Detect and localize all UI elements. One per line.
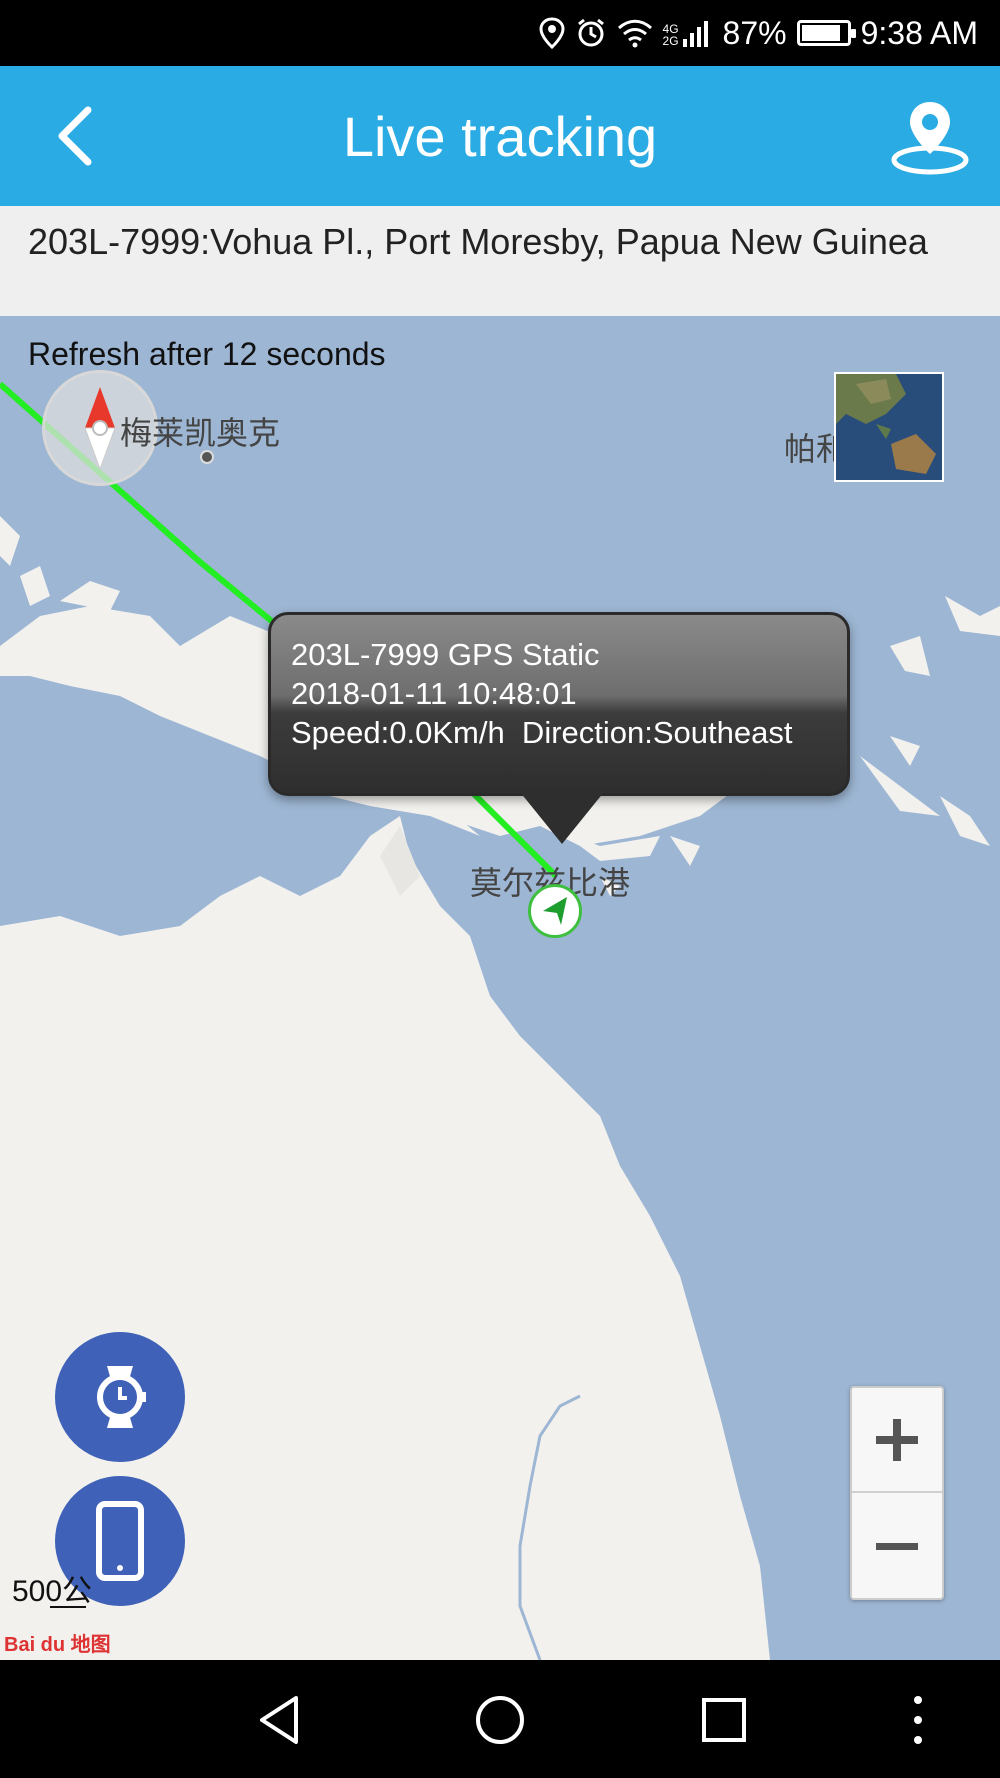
vehicle-marker-icon[interactable] [528,884,582,938]
satellite-thumbnail[interactable] [834,372,944,482]
popup-pointer [520,792,604,844]
smartwatch-icon [97,1366,146,1428]
zoom-in-button[interactable] [852,1388,942,1493]
battery-icon [796,20,856,46]
smartwatch-button[interactable] [55,1332,185,1462]
clock: 9:38 AM [860,14,978,51]
refresh-countdown: Refresh after 12 seconds [28,336,386,372]
zoom-controls [850,1386,944,1600]
app-bar: Live tracking [0,66,1000,206]
square-recents-icon[interactable] [694,1690,754,1750]
alarm-icon [577,18,604,47]
place-label-merauke: 梅莱凯奥克 [120,414,281,452]
wifi-icon [617,19,652,48]
vehicle-info-popup[interactable]: 203L-7999 GPS Static 2018-01-11 10:48:01… [268,612,850,796]
minus-icon [876,1542,918,1550]
status-icons: 4G 2G 87% 9:38 AM [539,0,978,66]
vehicle-address: 203L-7999:Vohua Pl., Port Moresby, Papua… [0,206,1000,316]
circle-home-icon[interactable] [470,1690,530,1750]
map-scale-bar [50,1606,86,1608]
battery-percent: 87% [722,14,787,51]
popup-vehicle-status: 203L-7999 GPS Static [291,637,600,672]
network-type-label: 4G 2G [662,22,679,48]
location-icon [539,17,565,49]
map-view[interactable]: Refresh after 12 seconds 梅莱凯奥克 帕和 莫尔兹比港 … [0,316,1000,1660]
status-bar: 4G 2G 87% 9:38 AM [0,0,1000,66]
plus-icon [876,1418,918,1461]
satellite-thumbnail-image [836,374,942,480]
vehicle-arrow [543,897,567,925]
system-nav-bar [0,1660,1000,1778]
cell-signal-icon: 4G 2G [663,19,713,47]
map-scale-label: 500公 [12,1575,93,1608]
vertical-dots-icon[interactable] [888,1690,948,1750]
battery-fill [801,25,840,41]
page-title: Live tracking [342,105,658,168]
popup-timestamp: 2018-01-11 10:48:01 [291,676,577,711]
popup-speed-direction: Speed:0.0Km/h Direction:Southeast [291,715,793,750]
triangle-back-icon[interactable] [250,1690,310,1750]
zoom-out-button[interactable] [852,1494,942,1599]
map-pin-icon[interactable] [888,96,972,180]
baidu-map-logo: Bai du 地图 [4,1634,111,1656]
place-dot [200,450,214,464]
